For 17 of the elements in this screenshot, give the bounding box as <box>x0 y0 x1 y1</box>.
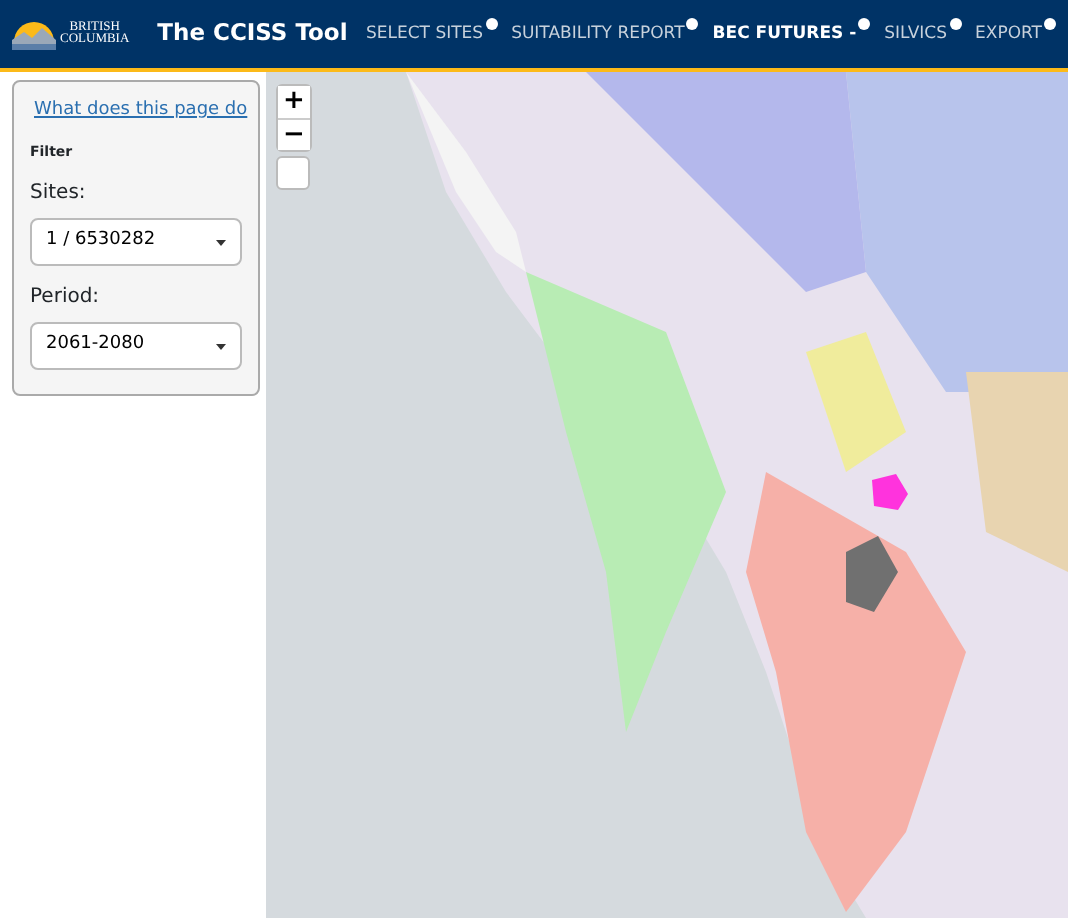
zoom-out-button[interactable]: − <box>278 118 310 150</box>
caret-icon <box>216 239 226 245</box>
field-label: Period: <box>30 284 102 312</box>
caret-icon <box>216 343 226 349</box>
layer-toggle-button[interactable] <box>276 156 310 190</box>
map-view[interactable]: + − <box>266 72 1068 918</box>
nav-tab[interactable]: SUITABILITY REPORT <box>511 21 699 47</box>
sun-logo-icon <box>12 18 56 50</box>
nav-tab[interactable]: SELECT SITES <box>366 21 498 47</box>
dropdown-select[interactable]: 1 / 6530282 <box>30 218 242 266</box>
nav-tab[interactable]: BEC FUTURES - <box>712 21 871 47</box>
nav-tab[interactable]: EXPORT <box>975 21 1056 47</box>
field-label: Sites: <box>30 180 88 208</box>
help-link[interactable]: What does this page do <box>30 98 242 125</box>
dropdown-select[interactable]: 2061-2080 <box>30 322 242 370</box>
app-title: The CCISS Tool <box>157 16 348 51</box>
nav-tab[interactable]: SILVICS <box>884 21 961 47</box>
